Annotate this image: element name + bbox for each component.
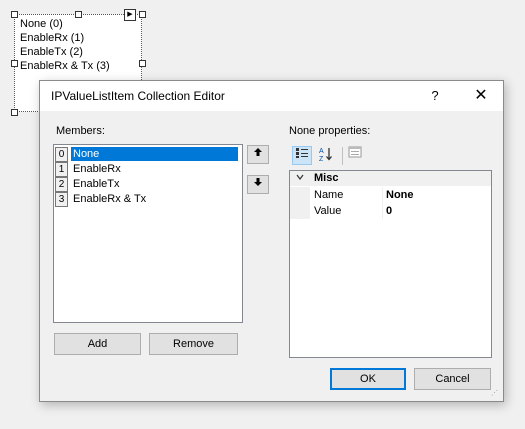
member-name: None: [71, 147, 238, 161]
property-row[interactable]: Name None: [290, 187, 491, 203]
member-index: 3: [55, 192, 68, 207]
title-bar: IPValueListItem Collection Editor ? ✕: [40, 81, 503, 111]
svg-text:Z: Z: [319, 156, 324, 162]
designer-list-items: None (0) EnableRx (1) EnableTx (2) Enabl…: [20, 17, 110, 73]
ok-button[interactable]: OK: [330, 368, 406, 390]
dialog-title: IPValueListItem Collection Editor: [51, 89, 225, 103]
remove-button[interactable]: Remove: [149, 333, 238, 355]
resize-handle[interactable]: [75, 11, 82, 18]
property-value[interactable]: 0: [386, 203, 392, 219]
member-index: 0: [55, 147, 68, 162]
resize-handle[interactable]: [11, 109, 18, 116]
categorized-icon[interactable]: [292, 146, 312, 165]
property-name: Value: [314, 205, 342, 217]
member-name: EnableRx & Tx: [73, 193, 147, 205]
resize-grip-icon[interactable]: ⋰: [491, 389, 500, 398]
move-down-button[interactable]: [247, 175, 269, 194]
chevron-down-icon[interactable]: [296, 171, 304, 186]
resize-handle[interactable]: [11, 60, 18, 67]
toolbar-separator: [342, 147, 343, 165]
resize-handle[interactable]: [139, 60, 146, 67]
property-name: Name: [314, 189, 344, 201]
designer-list-item: EnableTx (2): [20, 46, 83, 58]
cancel-button[interactable]: Cancel: [414, 368, 491, 390]
property-pages-icon[interactable]: [345, 146, 365, 165]
add-button[interactable]: Add: [54, 333, 141, 355]
smart-tag-icon[interactable]: ▶: [124, 9, 136, 21]
property-grid[interactable]: Misc Name None Value 0: [289, 170, 492, 358]
close-button[interactable]: ✕: [466, 85, 496, 107]
properties-label: None properties:: [289, 125, 371, 137]
member-name: EnableTx: [73, 178, 120, 190]
member-index: 2: [55, 177, 68, 192]
list-item[interactable]: 2 EnableTx: [54, 177, 240, 192]
member-index: 1: [55, 162, 68, 177]
list-item[interactable]: 0 None: [54, 147, 240, 162]
property-row[interactable]: Value 0: [290, 203, 491, 219]
svg-text:A: A: [319, 148, 324, 155]
arrow-up-icon: [254, 148, 262, 156]
member-name: EnableRx: [73, 163, 121, 175]
collection-editor-dialog: IPValueListItem Collection Editor ? ✕ Me…: [39, 80, 504, 402]
list-item[interactable]: 3 EnableRx & Tx: [54, 192, 240, 207]
category-row[interactable]: Misc: [290, 171, 491, 186]
property-value[interactable]: None: [386, 187, 414, 203]
designer-list-item: None (0): [20, 18, 63, 30]
move-up-button[interactable]: [247, 145, 269, 164]
designer-list-item: EnableRx (1): [20, 32, 85, 44]
arrow-down-icon: [254, 178, 262, 186]
help-button[interactable]: ?: [420, 86, 450, 106]
members-list[interactable]: 0 None 1 EnableRx 2 EnableTx 3 EnableRx …: [53, 144, 243, 323]
designer-list-item: EnableRx & Tx (3): [20, 60, 110, 72]
members-label: Members:: [56, 125, 105, 137]
category-name: Misc: [314, 172, 339, 184]
resize-handle[interactable]: [11, 11, 18, 18]
list-item[interactable]: 1 EnableRx: [54, 162, 240, 177]
resize-handle[interactable]: [139, 11, 146, 18]
alphabetical-icon[interactable]: A Z: [316, 146, 336, 165]
